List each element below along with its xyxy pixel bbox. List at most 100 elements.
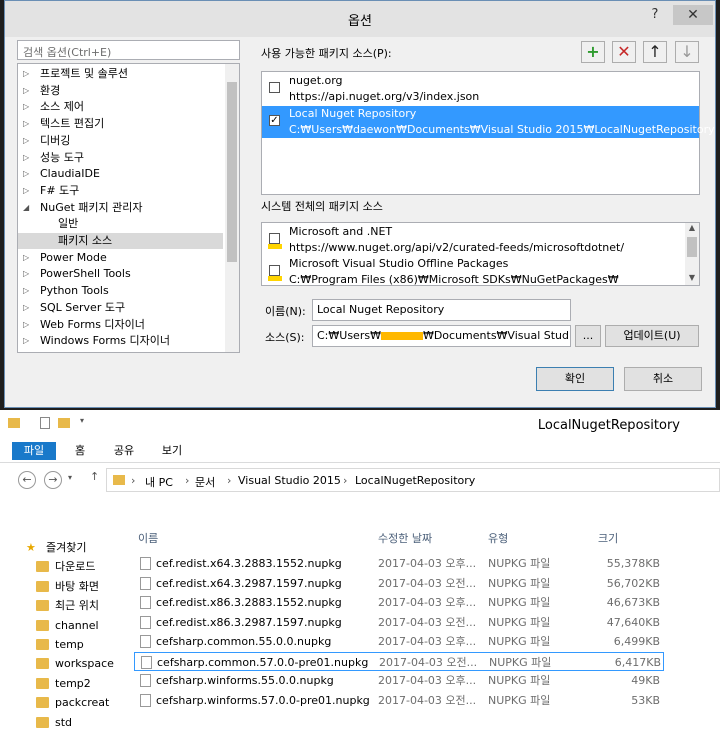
expand-arrow-icon[interactable]: ◢ [23, 200, 29, 216]
name-input[interactable]: Local Nuget Repository [312, 299, 571, 321]
add-source-button[interactable]: + [581, 41, 605, 63]
expand-arrow-icon[interactable]: ▷ [23, 250, 29, 266]
expand-arrow-icon[interactable]: ▷ [23, 133, 29, 149]
chevron-right-icon[interactable]: › [131, 474, 135, 487]
browse-button[interactable]: ... [575, 325, 601, 347]
machine-scrollbar-thumb[interactable] [687, 237, 697, 257]
tree-item[interactable]: 패키지 소스 [18, 233, 223, 249]
expand-arrow-icon[interactable]: ▷ [23, 150, 29, 166]
nav-item[interactable]: std [0, 713, 112, 732]
file-size: 49KB [631, 674, 660, 687]
source-checkbox-checked[interactable]: ✓ [269, 115, 280, 126]
machine-source-name: Microsoft Visual Studio Offline Packages [289, 257, 509, 270]
move-down-button[interactable]: ↓ [675, 41, 699, 63]
machine-source-item[interactable]: Microsoft and .NET https://www.nuget.org… [262, 224, 682, 256]
source-item-nuget-org[interactable]: nuget.org https://api.nuget.org/v3/index… [262, 73, 699, 105]
source-item-local-repository[interactable]: ✓ Local Nuget Repository C:₩Users₩daewon… [262, 106, 715, 138]
nav-item[interactable]: channel [0, 616, 112, 635]
source-checkbox[interactable] [269, 82, 280, 93]
tree-item-label: Web Forms 디자이너 [40, 317, 145, 331]
expand-arrow-icon[interactable]: ▷ [23, 116, 29, 132]
options-search-input[interactable]: 검색 옵션(Ctrl+E) [17, 40, 240, 60]
file-row[interactable]: cefsharp.common.55.0.0.nupkg 2017-04-03 오… [134, 632, 664, 651]
breadcrumb-item[interactable]: 문서 [195, 474, 215, 490]
forward-arrow-icon[interactable]: → [44, 471, 62, 489]
column-date[interactable]: 수정한 날짜 [378, 530, 432, 546]
options-dialog: 옵션 ? ✕ 검색 옵션(Ctrl+E) ▷ 프로젝트 및 솔루션 ▷ 환경 ▷ 소스 제… [4, 0, 716, 408]
nav-item[interactable]: 최근 위치 [0, 596, 112, 615]
nav-item[interactable]: ★ 즐겨찾기 [0, 538, 112, 557]
update-button[interactable]: 업데이트(U) [605, 325, 699, 347]
nav-item[interactable]: 바탕 화면 [0, 577, 112, 596]
expand-arrow-icon[interactable]: ▷ [23, 183, 29, 199]
file-date: 2017-04-03 오전... [378, 576, 477, 590]
column-type[interactable]: 유형 [488, 530, 508, 546]
breadcrumb-item[interactable]: Visual Studio 2015 [238, 474, 341, 487]
nav-item[interactable]: temp [0, 635, 112, 654]
column-headers: 이름 수정한 날짜 유형 크기 [120, 528, 720, 546]
expand-arrow-icon[interactable]: ▷ [23, 283, 29, 299]
expand-arrow-icon[interactable]: ▷ [23, 317, 29, 333]
column-size[interactable]: 크기 [598, 530, 618, 546]
expand-arrow-icon[interactable]: ▷ [23, 66, 29, 82]
chevron-right-icon[interactable]: › [343, 474, 347, 487]
up-arrow-icon[interactable]: ↑ [90, 470, 99, 483]
tab-share[interactable]: 공유 [110, 442, 138, 460]
tree-scrollbar-thumb[interactable] [227, 82, 237, 262]
nav-item[interactable]: 다운로드 [0, 557, 112, 576]
nav-item[interactable]: workspace [0, 654, 114, 673]
file-date: 2017-04-03 오후... [378, 596, 477, 609]
tree-item-label: 프로젝트 및 솔루션 [40, 67, 128, 80]
file-name: cefsharp.common.55.0.0.nupkg [156, 635, 332, 648]
tab-view[interactable]: 보기 [160, 442, 184, 460]
expand-arrow-icon[interactable]: ▷ [23, 300, 29, 316]
recent-dropdown-icon[interactable]: ▾ [68, 473, 72, 482]
machine-sources-list: Microsoft and .NET https://www.nuget.org… [261, 222, 700, 286]
file-row[interactable]: cef.redist.x86.3.2987.1597.nupkg 2017-04-… [134, 613, 664, 632]
file-icon [141, 655, 152, 669]
expand-arrow-icon[interactable]: ▷ [23, 166, 29, 182]
folder-icon [36, 697, 49, 709]
help-button[interactable]: ? [645, 7, 665, 25]
ok-button[interactable]: 확인 [536, 367, 614, 391]
nav-item-label: 즐겨찾기 [46, 541, 87, 554]
column-name[interactable]: 이름 [138, 530, 158, 546]
machine-source-checkbox[interactable] [269, 233, 280, 244]
chevron-right-icon[interactable]: › [185, 474, 189, 487]
file-row[interactable]: cefsharp.winforms.55.0.0.nupkg 2017-04-03… [134, 671, 664, 690]
address-bar[interactable]: › 내 PC › 문서 › Visual Studio 2015 › Local… [106, 468, 720, 492]
close-button[interactable]: ✕ [673, 5, 713, 25]
back-arrow-icon[interactable]: ← [18, 471, 36, 489]
file-size: 53KB [631, 693, 660, 707]
breadcrumb-item-current[interactable]: LocalNugetRepository [355, 474, 475, 487]
file-name: cefsharp.common.57.0.0-pre01.nupkg [157, 655, 369, 669]
machine-source-checkbox[interactable] [269, 265, 280, 276]
file-row[interactable]: cefsharp.winforms.57.0.0-pre01.nupkg 2017… [134, 691, 664, 710]
tab-home[interactable]: 홈 [70, 442, 90, 460]
nav-item[interactable]: packcreat [0, 693, 112, 712]
tab-file[interactable]: 파일 [12, 442, 56, 460]
machine-source-item[interactable]: Microsoft Visual Studio Offline Packages… [262, 256, 682, 285]
highlight-marker [268, 276, 282, 281]
expand-arrow-icon[interactable]: ▷ [23, 266, 29, 282]
scroll-down-icon[interactable]: ▼ [685, 273, 699, 282]
file-row[interactable]: cefsharp.common.57.0.0-pre01.nupkg 2017-0… [134, 651, 664, 671]
file-row[interactable]: cef.redist.x86.3.2883.1552.nupkg 2017-04-… [134, 593, 664, 612]
move-up-button[interactable]: ↑ [643, 41, 667, 63]
expand-arrow-icon[interactable]: ▷ [23, 350, 29, 352]
chevron-right-icon[interactable]: › [227, 474, 231, 487]
nav-item-label: std [55, 715, 73, 729]
name-label: 이름(N): [265, 305, 306, 318]
file-row[interactable]: cef.redist.x64.3.2883.1552.nupkg 2017-04-… [134, 554, 664, 573]
expand-arrow-icon[interactable]: ▷ [23, 83, 29, 99]
remove-source-button[interactable]: ✕ [612, 41, 636, 63]
nav-item[interactable]: temp2 [0, 674, 112, 693]
file-row[interactable]: cef.redist.x64.3.2987.1597.nupkg 2017-04-… [134, 574, 664, 593]
folder-icon [36, 580, 49, 592]
expand-arrow-icon[interactable]: ▷ [23, 99, 29, 115]
breadcrumb-item[interactable]: 내 PC [145, 474, 173, 490]
expand-arrow-icon[interactable]: ▷ [23, 333, 29, 349]
source-input[interactable]: C:₩Users₩ ₩Documents₩Visual Studio 201 [312, 325, 571, 347]
cancel-button[interactable]: 취소 [624, 367, 702, 391]
scroll-up-icon[interactable]: ▲ [685, 223, 699, 232]
